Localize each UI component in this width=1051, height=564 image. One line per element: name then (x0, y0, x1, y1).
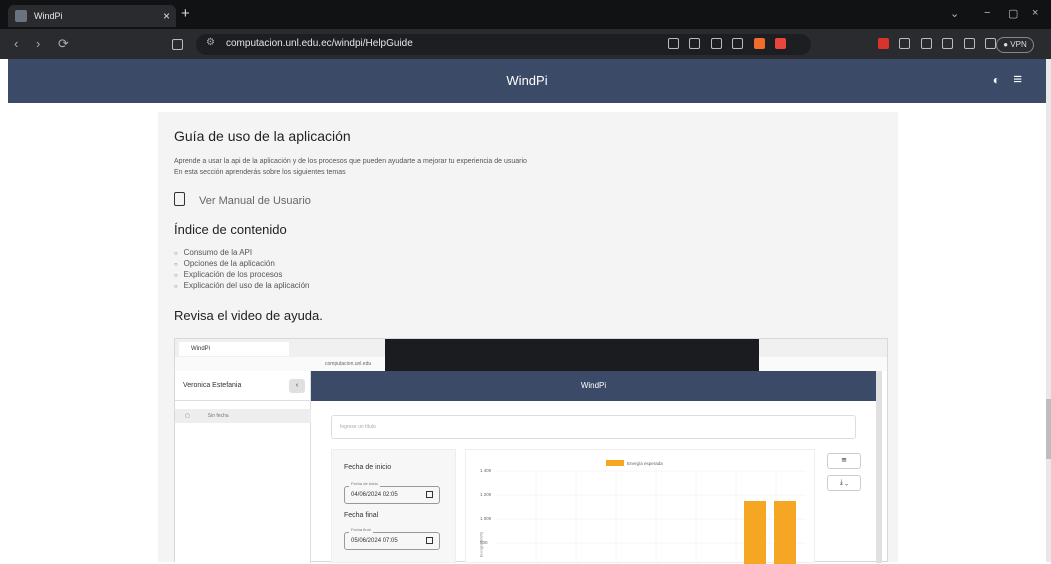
theme-toggle-icon[interactable]: ◐ (993, 73, 1000, 87)
help-guide-panel: Guía de uso de la aplicación Aprende a u… (158, 112, 898, 564)
manual-link[interactable]: Ver Manual de Usuario (174, 192, 311, 207)
page-title: Guía de uso de la aplicación (174, 128, 351, 144)
toc-item[interactable]: Explicación de los procesos (174, 270, 309, 281)
app-title: WindPi (506, 73, 548, 88)
music-icon[interactable] (942, 38, 954, 49)
video-app-header: WindPi (311, 371, 876, 401)
start-date-label: Fecha de inicio (344, 464, 392, 471)
back-button[interactable]: ‹ (14, 36, 18, 51)
end-date-mini-label: Fecha final (349, 527, 373, 533)
video-tab-title: WindPi (191, 346, 211, 352)
browser-tab[interactable]: WindPi × (8, 5, 176, 27)
forward-button[interactable]: › (36, 36, 40, 51)
translate-icon[interactable] (689, 38, 701, 49)
video-app-title: WindPi (580, 381, 607, 390)
bookmark-icon[interactable] (172, 39, 183, 50)
browser-tab-title: WindPi (34, 11, 63, 21)
page-scrollbar[interactable] (1046, 59, 1051, 562)
url-text: computacion.unl.edu.ec/windpi/HelpGuide (226, 38, 413, 49)
end-date-value: 05/06/2024 07:05 (351, 538, 398, 544)
start-date-field: Fecha de inicio 04/06/2024 02:05 (344, 481, 440, 504)
toc-item[interactable]: Explicación del uso de la aplicación (174, 281, 310, 292)
minimize-button[interactable]: − (984, 7, 990, 19)
video-date-panel: Fecha de inicio Fecha de inicio 04/06/202… (331, 449, 456, 563)
toc-item[interactable]: Consumo de la API (174, 248, 309, 259)
y-tick-label: 1 400 (480, 468, 492, 473)
window-close-button[interactable]: × (1032, 7, 1038, 19)
end-date-field: Fecha final 05/06/2024 07:05 (344, 527, 440, 550)
y-axis-label: Energía (kWh) (478, 531, 484, 558)
video-sidebar: Veronica Estefania ‹ ▢ Sin fecha (175, 371, 311, 563)
share-icon[interactable] (732, 38, 744, 49)
video-url-text: computacion.unl.edu (325, 361, 372, 367)
y-tick-label: 1 000 (480, 516, 492, 521)
toc-item[interactable]: Opciones de la aplicación (174, 259, 309, 270)
video-download-button: ⤓ ⌄ (827, 475, 861, 491)
video-energy-chart: Energía esperada 1 400 1 200 1 000 800 E… (465, 449, 815, 564)
start-date-mini-label: Fecha de inicio (349, 481, 380, 487)
address-actions (668, 38, 792, 50)
index-heading: Índice de contenido (174, 222, 287, 237)
video-scrollbar (876, 371, 882, 563)
video-heading: Revisa el video de ayuda. (174, 308, 323, 323)
video-sidebar-user-name: Veronica Estefania (183, 382, 242, 389)
sidebar-icon[interactable] (963, 38, 975, 49)
calendar-icon (426, 491, 433, 498)
video-filter-button: ≅ (827, 453, 861, 469)
video-sidebar-user: Veronica Estefania ‹ (175, 371, 311, 401)
start-date-value: 04/06/2024 02:05 (351, 492, 398, 498)
wallet-icon[interactable] (920, 38, 932, 49)
browser-toolbar: ‹ › ⟳ ⚙ computacion.unl.edu.ec/windpi/He… (0, 29, 1051, 59)
video-sidebar-collapse-icon: ‹ (289, 379, 305, 393)
chart-legend: Energía esperada (606, 460, 663, 466)
video-title-input: Ingrese un título (331, 415, 856, 439)
manual-link-label: Ver Manual de Usuario (199, 195, 311, 207)
video-sidebar-item: ▢ Sin fecha (175, 409, 311, 423)
legend-swatch (606, 460, 624, 466)
redacted-area (385, 339, 759, 372)
menu-icon[interactable]: ≡ (1013, 71, 1022, 88)
brave-rewards-icon[interactable] (775, 38, 787, 49)
video-browser-tab: WindPi (179, 342, 289, 356)
help-video[interactable]: WindPi computacion.unl.edu Veronica Este… (174, 338, 888, 564)
video-sidebar-item-label: Sin fecha (207, 413, 229, 419)
y-tick-label: 1 200 (480, 492, 492, 497)
extension-icon[interactable] (878, 38, 889, 49)
site-info-icon[interactable]: ⚙ (206, 37, 215, 48)
downloads-icon[interactable] (985, 38, 997, 49)
intro-text: Aprende a usar la api de la aplicación y… (174, 158, 527, 165)
brave-shields-icon[interactable] (753, 38, 765, 49)
new-tab-button[interactable]: + (181, 5, 190, 22)
calendar-icon (426, 537, 433, 544)
document-icon (174, 192, 185, 206)
chart-bar (744, 501, 766, 564)
maximize-button[interactable]: ▢ (1008, 7, 1018, 20)
password-key-icon[interactable] (668, 38, 679, 49)
table-of-contents: Consumo de la API Opciones de la aplicac… (174, 248, 310, 292)
vpn-button[interactable]: ● VPN (996, 37, 1034, 53)
tab-close-icon[interactable]: × (163, 5, 170, 27)
end-date-label: Fecha final (344, 512, 379, 519)
chart-bar (774, 501, 796, 564)
browser-tab-bar: WindPi × + ⌄ − ▢ × (0, 0, 1051, 29)
scrollbar-thumb[interactable] (1046, 399, 1051, 459)
legend-label: Energía esperada (627, 461, 663, 466)
app-header: WindPi ◐ ≡ (8, 59, 1046, 103)
windpi-favicon-icon (15, 10, 27, 22)
zoom-icon[interactable] (710, 38, 722, 49)
reload-button[interactable]: ⟳ (58, 36, 69, 52)
extension-icons (878, 38, 1002, 50)
intro-subtext: En esta sección aprenderás sobre los sig… (174, 169, 346, 176)
tab-list-icon[interactable]: ⌄ (950, 7, 959, 20)
puzzle-icon[interactable] (899, 38, 911, 49)
